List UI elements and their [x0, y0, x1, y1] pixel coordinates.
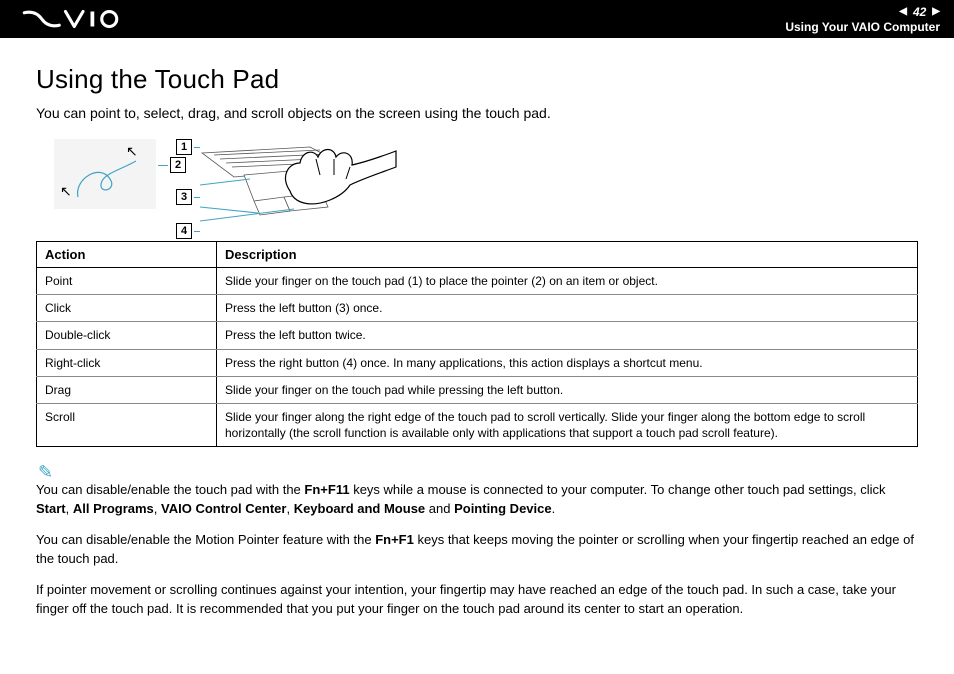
notes-section: ✎ You can disable/enable the touch pad w…: [36, 463, 918, 618]
actions-table: Action Description PointSlide your finge…: [36, 241, 918, 447]
table-head-action: Action: [37, 242, 217, 268]
prev-page-icon[interactable]: ◀: [899, 6, 907, 17]
figure-row: ↖ ↖ 2 1 3 4: [54, 139, 918, 227]
header-right: ◀ 42 ▶ Using Your VAIO Computer: [785, 5, 940, 34]
cursor-icon: ↖: [60, 183, 72, 200]
callout-4: 4: [176, 223, 192, 239]
pointer-path-icon: [70, 149, 156, 207]
callout-3: 3: [176, 189, 192, 205]
page-title: Using the Touch Pad: [36, 64, 918, 95]
vaio-logo-svg: [18, 9, 128, 29]
figure-touchpad: 1 3 4: [200, 139, 390, 227]
page-number: 42: [913, 5, 926, 19]
callout-1: 1: [176, 139, 192, 155]
table-row: Double-clickPress the left button twice.: [37, 322, 918, 349]
note-3: If pointer movement or scrolling continu…: [36, 581, 918, 619]
note-icon: ✎: [38, 463, 918, 481]
intro-text: You can point to, select, drag, and scro…: [36, 105, 918, 121]
vaio-logo: [18, 9, 128, 29]
table-row: DragSlide your finger on the touch pad w…: [37, 376, 918, 403]
hand-icon: [270, 133, 400, 213]
table-row: PointSlide your finger on the touch pad …: [37, 268, 918, 295]
figure-cursor: ↖ ↖ 2: [54, 139, 156, 209]
cursor-icon: ↖: [126, 143, 138, 160]
page-content: Using the Touch Pad You can point to, se…: [0, 38, 954, 618]
page-nav: ◀ 42 ▶: [899, 5, 940, 19]
top-bar: ◀ 42 ▶ Using Your VAIO Computer: [0, 0, 954, 38]
table-head-desc: Description: [217, 242, 918, 268]
table-row: Right-clickPress the right button (4) on…: [37, 349, 918, 376]
table-row: ClickPress the left button (3) once.: [37, 295, 918, 322]
table-row: ScrollSlide your finger along the right …: [37, 403, 918, 446]
note-1: You can disable/enable the touch pad wit…: [36, 481, 918, 519]
next-page-icon[interactable]: ▶: [932, 6, 940, 17]
note-2: You can disable/enable the Motion Pointe…: [36, 531, 918, 569]
breadcrumb: Using Your VAIO Computer: [785, 20, 940, 34]
